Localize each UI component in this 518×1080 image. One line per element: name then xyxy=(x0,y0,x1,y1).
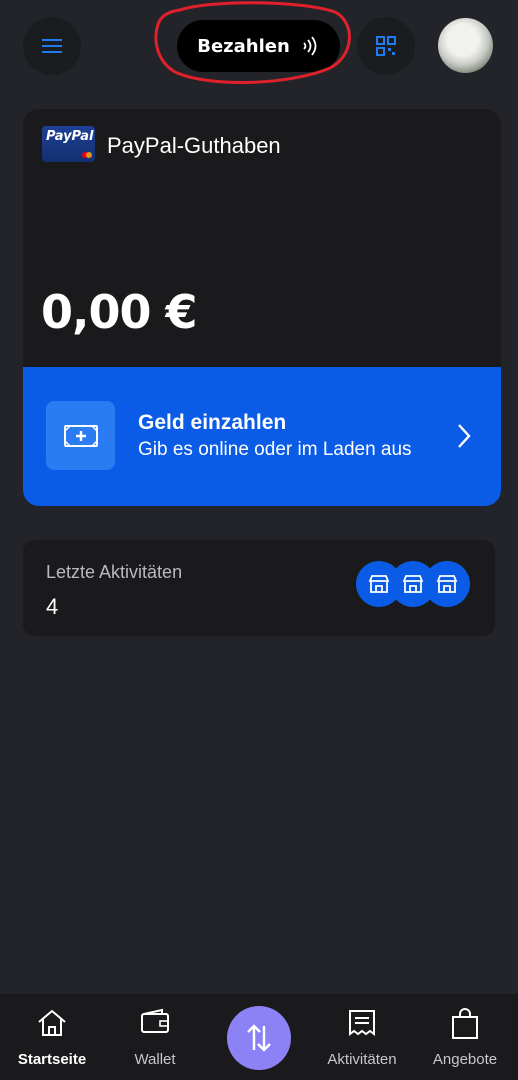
nav-item-activities[interactable]: Aktivitäten xyxy=(310,994,414,1080)
shopping-bag-icon xyxy=(452,1008,478,1039)
qr-code-button[interactable] xyxy=(357,17,415,75)
receipt-icon xyxy=(349,1010,375,1036)
account-name: PayPal-Guthaben xyxy=(107,133,281,158)
qr-code-icon xyxy=(376,36,396,56)
recent-activities-card[interactable]: Letzte Aktivitäten 4 xyxy=(23,540,495,636)
home-icon xyxy=(38,1009,66,1036)
pay-button[interactable]: Bezahlen xyxy=(177,20,340,72)
nav-item-label: Aktivitäten xyxy=(327,1051,397,1068)
pay-button-label: Bezahlen xyxy=(197,35,290,57)
nav-item-wallet[interactable]: Wallet xyxy=(103,994,207,1080)
recent-activities-label: Letzte Aktivitäten xyxy=(46,562,183,582)
cash-icon xyxy=(63,424,98,447)
recent-activities-count: 4 xyxy=(46,594,59,619)
paypal-logo-icon: PayPal xyxy=(42,126,95,162)
balance-card[interactable]: PayPal PayPal-Guthaben 0,00 € Geld einza… xyxy=(23,109,501,506)
nav-item-label: Wallet xyxy=(134,1051,176,1068)
send-request-button[interactable] xyxy=(227,1006,291,1070)
deposit-title: Geld einzahlen xyxy=(138,411,287,434)
contactless-icon xyxy=(303,36,317,56)
nav-item-offers[interactable]: Angebote xyxy=(413,994,517,1080)
nav-item-label: Startseite xyxy=(17,1051,87,1068)
deposit-subtitle: Gib es online oder im Laden aus xyxy=(138,439,412,460)
chevron-right-icon xyxy=(458,424,471,448)
hamburger-menu-icon xyxy=(42,39,62,53)
deposit-money-button[interactable]: Geld einzahlen Gib es online oder im Lad… xyxy=(23,367,501,506)
avatar[interactable] xyxy=(438,18,493,73)
nav-item-home[interactable]: Startseite xyxy=(0,994,104,1080)
wallet-icon xyxy=(141,1008,169,1033)
balance-amount: 0,00 € xyxy=(41,285,198,339)
nav-item-label: Angebote xyxy=(432,1051,498,1068)
deposit-icon-box xyxy=(46,401,115,470)
transfer-arrows-icon xyxy=(247,1024,271,1052)
menu-button[interactable] xyxy=(23,17,81,75)
store-icon xyxy=(425,562,469,606)
